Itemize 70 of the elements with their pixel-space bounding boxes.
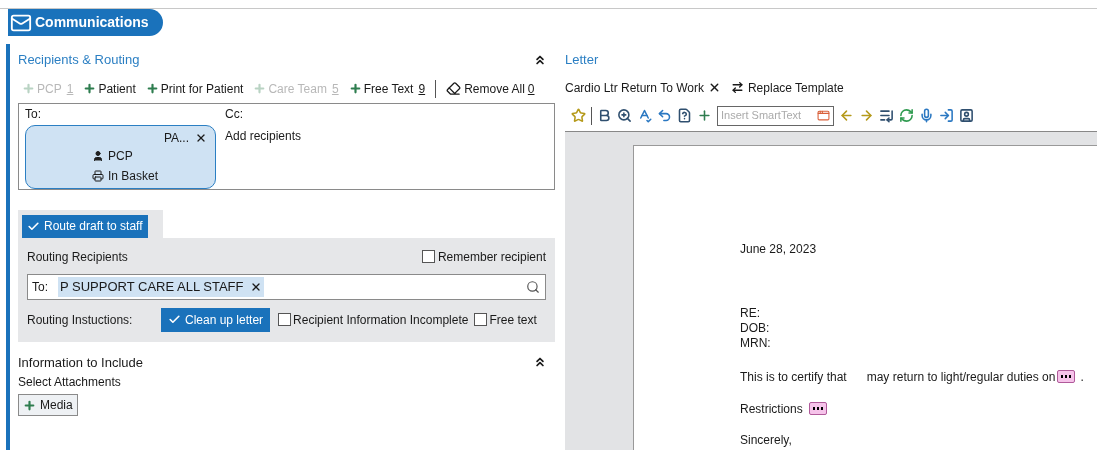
plus-icon xyxy=(83,82,97,95)
attachments-label: Select Attachments xyxy=(18,374,122,391)
plus-icon xyxy=(253,82,267,95)
smartlist-field[interactable] xyxy=(1057,370,1076,383)
recipient-card[interactable]: PA... PCP In Basket xyxy=(25,124,216,189)
check-icon xyxy=(168,313,181,326)
checkbox[interactable] xyxy=(278,313,292,326)
letter-text: This is to certify that xyxy=(740,368,847,386)
help-icon[interactable] xyxy=(677,108,692,123)
cc-field[interactable]: Add recipients xyxy=(225,126,302,145)
route-draft-toggle[interactable]: Route draft to staff xyxy=(22,214,148,238)
section-title: Communications xyxy=(35,13,149,32)
letter-text: . xyxy=(1080,368,1084,386)
plus-icon[interactable] xyxy=(697,108,712,123)
letter-closing: Sincerely, xyxy=(740,431,792,449)
instruction-toggle[interactable]: Clean up letter xyxy=(161,307,271,332)
windows-icon[interactable] xyxy=(817,109,830,122)
checkbox-label: Free text xyxy=(489,311,537,329)
star-icon[interactable] xyxy=(571,108,586,123)
add-recipient-button[interactable]: Print for Patient xyxy=(145,79,244,98)
section-heading: Letter xyxy=(565,51,600,69)
microphone-icon[interactable] xyxy=(919,108,934,123)
list-arrow-icon[interactable] xyxy=(879,108,894,123)
to-label: To: xyxy=(25,105,42,123)
checkbox-label: Recipient Information Incomplete xyxy=(293,311,469,329)
add-recipient-button[interactable]: Patient xyxy=(83,79,136,98)
plus-icon xyxy=(145,82,159,95)
letter-field-label: DOB: xyxy=(740,320,770,336)
plus-icon xyxy=(22,82,35,95)
cc-label: Cc: xyxy=(225,105,244,123)
printer-icon xyxy=(92,169,104,182)
checkbox[interactable] xyxy=(474,313,488,326)
zoom-in-icon[interactable] xyxy=(617,108,632,123)
check-icon xyxy=(27,219,40,233)
ellipsis-icon xyxy=(812,407,823,410)
spellcheck-icon[interactable] xyxy=(637,108,652,123)
portrait-icon[interactable] xyxy=(959,108,974,123)
recipient-token[interactable]: P SUPPORT CARE ALL STAFF xyxy=(58,276,264,297)
arrow-right-icon[interactable] xyxy=(859,108,874,123)
refresh-icon[interactable] xyxy=(899,108,914,123)
section-heading: Information to Include xyxy=(18,353,144,372)
letter-text: may return to light/regular duties on xyxy=(866,368,1056,386)
letter-date: June 28, 2023 xyxy=(740,240,818,258)
section-heading: Recipients & Routing xyxy=(18,51,140,69)
delivery-method: In Basket xyxy=(108,167,159,185)
replace-template-button[interactable]: Replace Template xyxy=(730,78,844,97)
media-button[interactable]: Media xyxy=(18,394,78,416)
search-icon[interactable] xyxy=(526,279,540,294)
ellipsis-icon xyxy=(1061,375,1072,378)
checkbox[interactable] xyxy=(421,250,435,263)
plus-icon xyxy=(348,82,362,95)
swap-icon xyxy=(730,81,744,94)
letter-field-label: RE: xyxy=(740,305,760,321)
eraser-icon xyxy=(446,81,462,96)
letter-field-label: MRN: xyxy=(740,335,771,351)
add-recipient-button[interactable]: Free Text 9 xyxy=(348,79,426,98)
letter-text: Restrictions xyxy=(740,400,803,418)
import-icon[interactable] xyxy=(939,108,954,123)
routing-instructions-label: Routing Instuctions: xyxy=(27,311,134,329)
template-name: Cardio Ltr Return To Work xyxy=(565,79,704,97)
recipient-name: PA... xyxy=(163,129,189,147)
undo-icon[interactable] xyxy=(657,108,672,123)
routing-recipients-label: Routing Recipients xyxy=(27,248,128,266)
person-icon xyxy=(92,149,104,162)
smartlist-field[interactable] xyxy=(808,402,827,415)
plus-icon xyxy=(23,398,36,412)
bold-icon[interactable] xyxy=(597,108,612,123)
remove-all-button[interactable]: Remove All 0 xyxy=(446,79,535,98)
checkbox-label: Remember recipient xyxy=(437,248,546,266)
recipient-role: PCP xyxy=(108,147,133,165)
